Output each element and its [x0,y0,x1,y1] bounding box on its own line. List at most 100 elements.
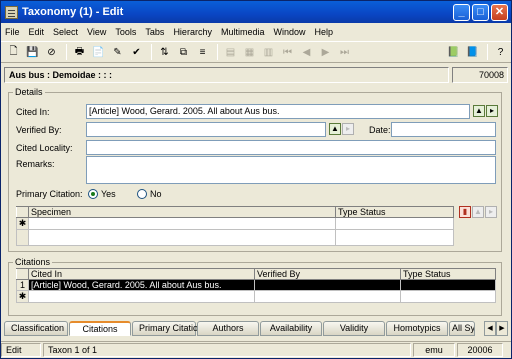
sort-icon[interactable]: ⇅ [156,44,173,61]
cited-in-label: Cited In: [16,107,50,117]
new-icon[interactable]: 🗋 [5,44,22,61]
primary-citation-no-radio[interactable] [137,189,147,199]
cited-locality-label: Cited Locality: [16,143,73,153]
table-view-icon[interactable]: ▥ [260,44,277,61]
menu-select[interactable]: Select [53,27,78,37]
verified-by-cell[interactable] [254,279,401,291]
tab-scroll-left-icon[interactable]: ◀ [484,321,496,336]
record-id: 70008 [452,67,508,83]
toolbar-separator [151,44,152,60]
new-type-status-cell[interactable] [400,290,496,303]
empty-cell [335,229,454,246]
tab-validity[interactable]: Validity [323,321,385,336]
minimize-button[interactable]: _ [453,3,470,21]
format-icon[interactable]: ≡ [194,44,211,61]
new-row-marker: ✱ [16,290,29,303]
empty-cell [28,229,336,246]
menu-file[interactable]: File [5,27,20,37]
specimen-column-header[interactable]: Specimen [28,206,336,218]
tab-availability[interactable]: Availability [260,321,322,336]
last-record-icon[interactable]: ⏭ [336,44,353,61]
new-verified-by-cell[interactable] [254,290,401,303]
previous-record-icon[interactable]: ◀ [298,44,315,61]
date-field[interactable] [391,122,496,137]
menu-window[interactable]: Window [273,27,305,37]
save-icon[interactable]: 💾 [24,44,41,61]
menu-tabs[interactable]: Tabs [145,27,164,37]
spellcheck-icon[interactable]: ✔ [128,44,145,61]
primary-citation-yes-radio[interactable] [88,189,98,199]
cited-locality-field[interactable] [86,140,496,155]
cited-in-column-header[interactable]: Cited In [28,268,255,280]
next-record-icon[interactable]: ▶ [317,44,334,61]
window-title: Taxonomy (1) - Edit [22,6,124,18]
status-number: 20006 [457,343,503,357]
help-icon[interactable]: ? [492,44,509,61]
delete-row-icon[interactable]: ▮ [459,206,471,218]
citations-legend: Citations [15,257,51,267]
date-label: Date: [369,125,391,135]
menu-edit[interactable]: Edit [29,27,45,37]
attach-cited-in-icon[interactable]: ▲ [473,105,485,117]
first-record-icon[interactable]: ⏮ [279,44,296,61]
view-cited-in-icon[interactable]: ▸ [486,105,498,117]
grid-view-icon[interactable]: ▦ [241,44,258,61]
new-cited-in-cell[interactable] [28,290,255,303]
details-legend: Details [15,87,43,97]
tab-classification[interactable]: Classification [4,321,68,336]
tab-authors[interactable]: Authors [197,321,259,336]
status-position: Taxon 1 of 1 [43,343,411,357]
citations-grid-corner [16,268,29,280]
close-button[interactable]: ✕ [491,3,508,21]
toolbar-separator [217,44,218,60]
remarks-field[interactable] [86,156,496,184]
tab-citations[interactable]: Citations [69,321,131,336]
attach-verified-by-icon[interactable]: ▲ [329,123,341,135]
edit-icon[interactable]: ✎ [109,44,126,61]
empty-row-marker [16,229,29,246]
specimen-cell[interactable] [28,217,336,230]
table-row[interactable]: 1 [Article] Wood, Gerard. 2005. All abou… [16,279,496,291]
print-icon[interactable]: 🖶 [71,44,88,61]
view-specimen-icon[interactable]: ▸ [485,206,497,218]
view-verified-by-icon[interactable]: ▸ [342,123,354,135]
tab-all-synonyms[interactable]: All Sy [449,321,475,336]
list-view-icon[interactable]: ▤ [222,44,239,61]
tab-primary-citation[interactable]: Primary Citation [132,321,203,336]
type-status-cell[interactable] [400,279,496,291]
cancel-icon[interactable]: ⊘ [43,44,60,61]
tab-strip: Classification Citations Primary Citatio… [4,321,508,337]
verified-by-label: Verified By: [16,125,62,135]
remarks-label: Remarks: [16,159,55,169]
attach-specimen-icon[interactable]: ▲ [472,206,484,218]
type-status-column-header[interactable]: Type Status [400,268,496,280]
app-icon [5,5,18,19]
primary-citation-no-label: No [150,189,162,199]
verified-by-column-header[interactable]: Verified By [254,268,401,280]
menu-view[interactable]: View [87,27,106,37]
detach-record-icon[interactable]: 📘 [464,44,481,61]
cited-in-cell[interactable]: [Article] Wood, Gerard. 2005. All about … [28,279,255,291]
menu-multimedia[interactable]: Multimedia [221,27,265,37]
citations-grid: Cited In Verified By Type Status 1 [Arti… [16,268,496,303]
menu-bar: File Edit Select View Tools Tabs Hierarc… [1,23,511,41]
cited-in-field[interactable]: [Article] Wood, Gerard. 2005. All about … [86,104,470,119]
title-bar[interactable]: Taxonomy (1) - Edit _ □ ✕ [1,1,511,23]
specimen-grid: Specimen Type Status ✱ [16,206,454,246]
tab-homotypics[interactable]: Homotypics [386,321,448,336]
toolbar-separator [66,44,67,60]
type-status-column-header[interactable]: Type Status [335,206,454,218]
copy-icon[interactable]: ⧉ [175,44,192,61]
verified-by-field[interactable] [86,122,326,137]
menu-tools[interactable]: Tools [115,27,136,37]
toolbar-separator [487,44,488,60]
tab-scroll-right-icon[interactable]: ▶ [496,321,508,336]
tab-scroll-controls: ◀ ▶ [484,321,508,336]
maximize-button[interactable]: □ [472,3,489,21]
type-status-cell[interactable] [335,217,454,230]
attach-icon[interactable]: 📄 [90,44,107,61]
menu-help[interactable]: Help [314,27,333,37]
taxonomy-window: Taxonomy (1) - Edit _ □ ✕ File Edit Sele… [0,0,512,359]
attach-record-icon[interactable]: 📗 [445,44,462,61]
menu-hierarchy[interactable]: Hierarchy [173,27,212,37]
